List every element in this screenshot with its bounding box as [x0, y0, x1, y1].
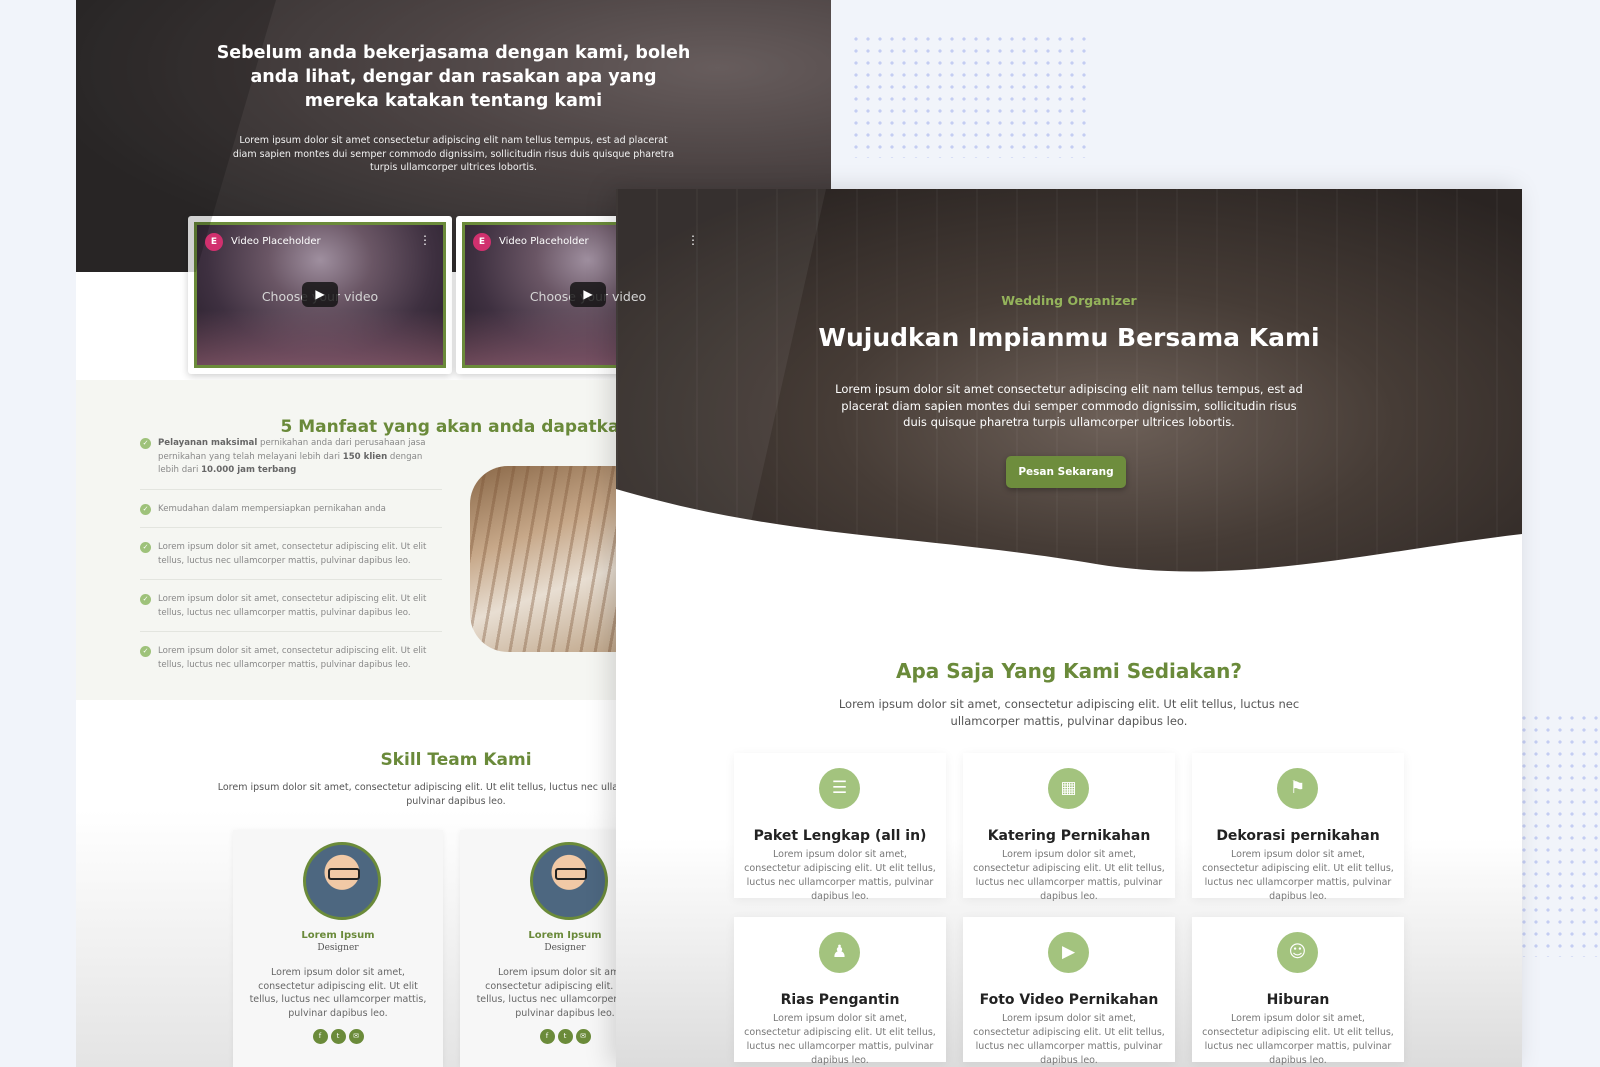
benefit-item: ✓ Pelayanan maksimal pernikahan anda dar…: [140, 437, 442, 490]
more-options-icon[interactable]: ⋮: [687, 233, 699, 247]
service-card-katering[interactable]: ▦ Katering Pernikahan Lorem ipsum dolor …: [963, 753, 1175, 902]
check-circle-icon: ✓: [140, 438, 151, 449]
video-title: Video Placeholder: [231, 236, 321, 247]
service-card-paket-lengkap[interactable]: ☰ Paket Lengkap (all in) Lorem ipsum dol…: [734, 753, 946, 902]
benefit-text: Lorem ipsum dolor sit amet, consectetur …: [158, 594, 427, 618]
avatar: [530, 842, 608, 920]
check-circle-icon: ✓: [140, 646, 151, 657]
twitter-icon[interactable]: t: [330, 1029, 346, 1044]
service-name: Katering Pernikahan: [987, 828, 1151, 844]
service-card-hiburan[interactable]: ☺ Hiburan Lorem ipsum dolor sit amet, co…: [1192, 917, 1404, 1066]
person-icon: ♟: [819, 932, 860, 973]
user-shield-icon: ☺: [1277, 932, 1318, 973]
play-icon[interactable]: ▶: [570, 282, 606, 307]
service-text: Lorem ipsum dolor sit amet, consectetur …: [973, 849, 1165, 902]
twitter-icon[interactable]: t: [557, 1029, 573, 1044]
hero-description: Lorem ipsum dolor sit amet consectetur a…: [835, 382, 1303, 429]
service-card-dekorasi[interactable]: ⚑ Dekorasi pernikahan Lorem ipsum dolor …: [1192, 753, 1404, 902]
check-circle-icon: ✓: [140, 503, 151, 515]
benefit-text: Kemudahan dalam mempersiapkan pernikahan…: [158, 503, 386, 514]
order-now-button[interactable]: Pesan Sekarang: [1006, 456, 1126, 488]
social-links: f t ✉: [233, 1029, 443, 1044]
elementor-icon: E: [205, 233, 223, 251]
dot-pattern-decoration: [1518, 712, 1600, 957]
elementor-icon: E: [473, 233, 491, 251]
check-circle-icon: ✓: [140, 542, 151, 553]
benefit-text: Lorem ipsum dolor sit amet, consectetur …: [158, 646, 427, 670]
benefit-item: ✓ Lorem ipsum dolor sit amet, consectetu…: [140, 645, 442, 683]
team-member-role: Designer: [317, 943, 359, 953]
decoration-icon: ⚑: [1277, 768, 1318, 809]
services-description: Lorem ipsum dolor sit amet, consectetur …: [838, 697, 1300, 728]
services-title: Apa Saja Yang Kami Sediakan?: [895, 659, 1243, 683]
store-icon: ▦: [1048, 768, 1089, 809]
check-circle-icon: ✓: [140, 594, 151, 605]
hero-title: Wujudkan Impianmu Bersama Kami: [818, 323, 1320, 352]
wave-divider: [616, 489, 1522, 619]
benefits-list: ✓ Pelayanan maksimal pernikahan anda dar…: [140, 437, 442, 696]
dot-pattern-decoration: [850, 33, 1090, 158]
hero-section: Wedding Organizer Wujudkan Impianmu Bers…: [616, 189, 1522, 619]
services-section: Apa Saja Yang Kami Sediakan? Lorem ipsum…: [616, 609, 1522, 1067]
service-name: Rias Pengantin: [780, 992, 900, 1008]
team-member-bio: Lorem ipsum dolor sit amet, consectetur …: [249, 967, 427, 1019]
facebook-icon[interactable]: f: [539, 1029, 555, 1044]
service-name: Paket Lengkap (all in): [753, 828, 927, 844]
email-icon[interactable]: ✉: [348, 1029, 364, 1044]
homepage-preview: Wedding Organizer Wujudkan Impianmu Bers…: [616, 189, 1522, 1067]
service-text: Lorem ipsum dolor sit amet, consectetur …: [1202, 849, 1394, 902]
avatar: [303, 842, 381, 920]
video-title: Video Placeholder: [499, 236, 589, 247]
testimonial-hero-title: Sebelum anda bekerjasama dengan kami, bo…: [216, 43, 691, 111]
service-name: Hiburan: [1266, 992, 1330, 1008]
list-icon: ☰: [819, 768, 860, 809]
email-icon[interactable]: ✉: [575, 1029, 591, 1044]
service-card-rias-pengantin[interactable]: ♟ Rias Pengantin Lorem ipsum dolor sit a…: [734, 917, 946, 1066]
video-card[interactable]: E Video Placeholder ⋮ Choose your video …: [188, 216, 452, 374]
service-text: Lorem ipsum dolor sit amet, consectetur …: [744, 849, 936, 902]
benefit-text: Pelayanan maksimal pernikahan anda dari …: [158, 438, 426, 475]
video-player[interactable]: E Video Placeholder ⋮ Choose your video …: [194, 222, 446, 368]
service-name: Dekorasi pernikahan: [1216, 828, 1380, 844]
testimonial-hero-description: Lorem ipsum dolor sit amet consectetur a…: [232, 135, 675, 173]
team-member-name: Lorem Ipsum: [301, 930, 375, 941]
service-text: Lorem ipsum dolor sit amet, consectetur …: [973, 1013, 1165, 1066]
service-name: Foto Video Pernikahan: [979, 992, 1159, 1008]
service-text: Lorem ipsum dolor sit amet, consectetur …: [1202, 1013, 1394, 1066]
video-camera-icon: ▶: [1048, 932, 1089, 973]
service-card-foto-video[interactable]: ▶ Foto Video Pernikahan Lorem ipsum dolo…: [963, 917, 1175, 1066]
hero-eyebrow: Wedding Organizer: [1001, 293, 1137, 308]
facebook-icon[interactable]: f: [312, 1029, 328, 1044]
team-member-card: Lorem Ipsum Designer Lorem ipsum dolor s…: [233, 830, 443, 1067]
more-options-icon[interactable]: ⋮: [419, 233, 431, 247]
service-text: Lorem ipsum dolor sit amet, consectetur …: [744, 1013, 936, 1066]
play-icon[interactable]: ▶: [302, 282, 338, 307]
benefit-text: Lorem ipsum dolor sit amet, consectetur …: [158, 542, 427, 566]
benefit-item: ✓ Lorem ipsum dolor sit amet, consectetu…: [140, 593, 442, 632]
benefit-item: ✓ Lorem ipsum dolor sit amet, consectetu…: [140, 541, 442, 580]
benefit-item: ✓ Kemudahan dalam mempersiapkan pernikah…: [140, 503, 442, 528]
